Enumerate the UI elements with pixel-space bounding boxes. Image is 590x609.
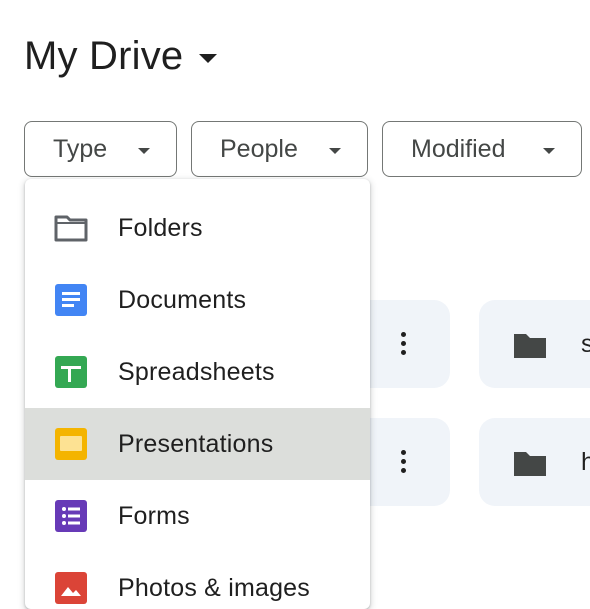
folder-icon: [514, 452, 546, 476]
people-filter-chip[interactable]: People: [191, 121, 368, 177]
page-title: My Drive: [24, 33, 184, 78]
menu-item-folders[interactable]: Folders: [25, 192, 370, 264]
my-drive-title[interactable]: My Drive: [24, 28, 218, 84]
menu-item-forms[interactable]: Forms: [25, 480, 370, 552]
sheets-icon: [55, 356, 87, 388]
menu-item-label: Documents: [118, 286, 247, 314]
menu-item-label: Presentations: [118, 430, 274, 458]
type-filter-chip[interactable]: Type: [24, 121, 177, 177]
menu-item-presentations[interactable]: Presentations: [25, 408, 370, 480]
more-actions-icon[interactable]: [394, 448, 414, 476]
photos-icon: [55, 572, 87, 604]
arrow-drop-down-icon: [329, 148, 341, 154]
folder-name: s: [581, 330, 590, 358]
folder-outline-icon: [54, 215, 88, 242]
menu-item-photos-images[interactable]: Photos & images: [25, 552, 370, 609]
menu-item-label: Folders: [118, 214, 203, 242]
menu-item-label: Spreadsheets: [118, 358, 275, 386]
type-filter-label: Type: [53, 134, 108, 163]
docs-icon: [55, 284, 87, 316]
folder-card[interactable]: h: [479, 418, 590, 506]
menu-item-documents[interactable]: Documents: [25, 264, 370, 336]
arrow-drop-down-icon: [543, 148, 555, 154]
arrow-drop-down-icon: [138, 148, 150, 154]
menu-item-spreadsheets[interactable]: Spreadsheets: [25, 336, 370, 408]
menu-item-label: Photos & images: [118, 574, 310, 602]
modified-filter-label: Modified: [411, 134, 506, 163]
modified-filter-chip[interactable]: Modified: [382, 121, 582, 177]
folder-name: h: [581, 448, 590, 476]
arrow-drop-down-icon: [199, 53, 218, 63]
more-actions-icon[interactable]: [394, 330, 414, 358]
people-filter-label: People: [220, 134, 298, 163]
menu-item-label: Forms: [118, 502, 190, 530]
type-filter-menu: Folders Documents Spreadsheets Presentat…: [25, 179, 370, 609]
folder-card[interactable]: s: [479, 300, 590, 388]
forms-icon: [55, 500, 87, 532]
folder-icon: [514, 334, 546, 358]
slides-icon: [55, 428, 87, 460]
